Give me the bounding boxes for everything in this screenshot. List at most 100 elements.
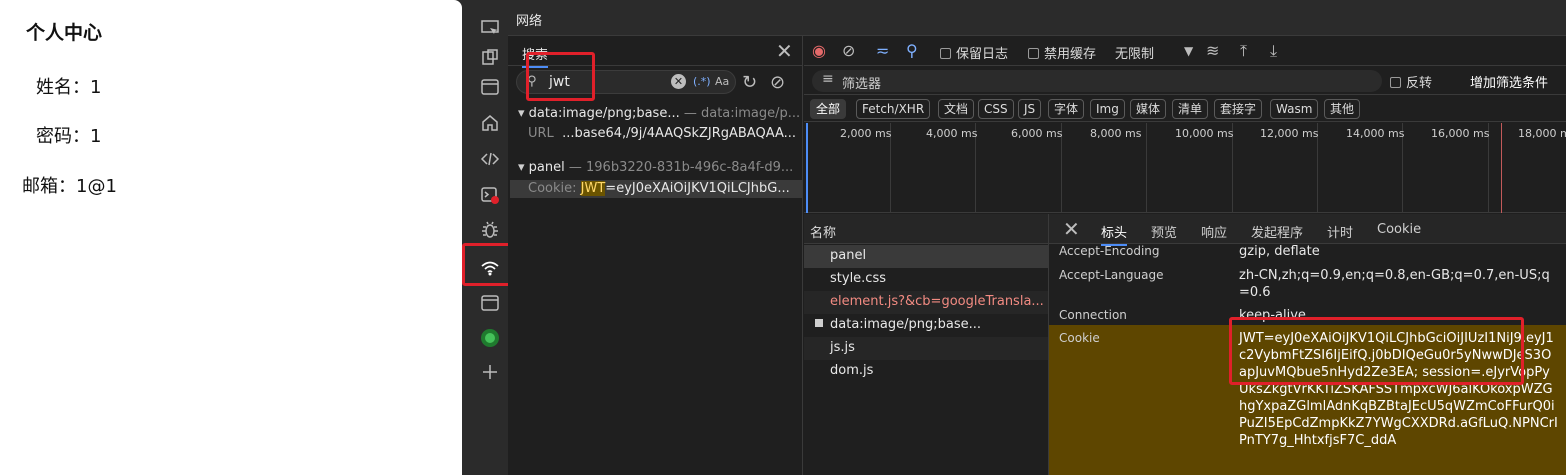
filter-icon[interactable]: ≂: [876, 41, 889, 60]
home-icon[interactable]: [476, 109, 504, 137]
chip-img[interactable]: Img: [1090, 99, 1125, 119]
header-value: gzip, deflate: [1239, 245, 1320, 259]
tick-label: 6,000 ms: [1011, 127, 1063, 140]
tab-preview[interactable]: 预览: [1151, 222, 1177, 241]
chip-media[interactable]: 媒体: [1130, 99, 1167, 119]
tab-initiator[interactable]: 发起程序: [1251, 222, 1303, 241]
device-emulation-icon[interactable]: [476, 14, 504, 42]
chip-manifest[interactable]: 清单: [1172, 99, 1209, 119]
request-row[interactable]: element.js?&cb=googleTransla...: [804, 291, 1048, 314]
tick-label: 8,000 ms: [1090, 127, 1142, 140]
match-case-toggle[interactable]: Aa: [715, 75, 729, 88]
tick-label: 12,000 ms: [1260, 127, 1319, 140]
search-result-line[interactable]: Cookie: JWT=eyJ0eXAiOiJKV1QiLCJhbG...: [528, 181, 800, 196]
chip-js[interactable]: JS: [1018, 99, 1042, 119]
jwt-highlight-box: [1229, 317, 1524, 385]
timeline-start-marker: [806, 123, 808, 213]
panel-title: 网络: [516, 14, 543, 29]
email-field: 邮箱：1@1: [22, 176, 117, 197]
chip-fetch-xhr[interactable]: Fetch/XHR: [856, 99, 931, 119]
header-name: Connection: [1059, 308, 1127, 322]
activity-bar: [470, 0, 508, 475]
close-icon[interactable]: ✕: [776, 39, 793, 63]
tab-response[interactable]: 响应: [1201, 222, 1227, 241]
sources-bug-icon[interactable]: [476, 216, 504, 244]
filter-lines-icon: ≡: [822, 71, 834, 87]
clear-search-icon[interactable]: ✕: [671, 74, 686, 89]
tick-label: 16,000 ms: [1431, 127, 1490, 140]
type-filter-chips: 全部 Fetch/XHR 文档 CSS JS 字体 Img 媒体 清单 套接字 …: [804, 96, 1566, 122]
search-result-file[interactable]: ▾ panel — 196b3220-831b-496c-8a4f-d9...: [518, 160, 800, 175]
tab-cookie[interactable]: Cookie: [1377, 222, 1421, 237]
header-name: Accept-Encoding: [1059, 245, 1160, 258]
search-result-line[interactable]: URL ...base64,/9j/4AAQSkZJRgABAQAA...: [528, 126, 800, 141]
details-tabs: ✕ 标头 预览 响应 发起程序 计时 Cookie: [1049, 214, 1566, 246]
regex-toggle[interactable]: (.*): [693, 75, 711, 88]
search-icon[interactable]: ⚲: [906, 41, 918, 60]
elements-icon[interactable]: [476, 145, 504, 173]
header-name: Cookie: [1059, 331, 1100, 345]
more-filters-button[interactable]: 增加筛选条件: [1470, 72, 1548, 91]
request-list: 名称 panel style.css element.js?&cb=google…: [804, 214, 1048, 475]
filter-bar: ≡ 筛选器 反转 增加筛选条件: [804, 67, 1566, 95]
web-page: 个人中心 姓名：1 密码：1 邮箱：1@1: [0, 0, 462, 475]
name-field: 姓名：1: [36, 77, 102, 98]
filter-input[interactable]: ≡ 筛选器: [812, 70, 1382, 92]
screen: 个人中心 姓名：1 密码：1 邮箱：1@1 网络 搜索 ✕ ⚲ jwt ✕ (.…: [0, 0, 1566, 475]
record-icon[interactable]: ◉: [812, 41, 826, 60]
chip-socket[interactable]: 套接字: [1214, 99, 1263, 119]
chip-wasm[interactable]: Wasm: [1270, 99, 1319, 119]
search-result-file[interactable]: ▾ data:image/png;base... — data:image/p.…: [518, 106, 800, 121]
tick-label: 10,000 ms: [1175, 127, 1234, 140]
invert-checkbox[interactable]: 反转: [1390, 72, 1432, 91]
clear-icon[interactable]: ⊘: [842, 41, 855, 60]
chip-css[interactable]: CSS: [978, 99, 1014, 119]
tick-label: 2,000 ms: [840, 127, 892, 140]
chip-doc[interactable]: 文档: [938, 99, 975, 119]
chevron-down-icon[interactable]: ▼: [1184, 44, 1193, 58]
console-icon[interactable]: [476, 181, 504, 209]
request-row[interactable]: js.js: [804, 337, 1048, 360]
request-row[interactable]: data:image/png;base...: [804, 314, 1048, 337]
import-icon[interactable]: ⤒: [1240, 41, 1247, 61]
application-panel-icon[interactable]: [476, 289, 504, 317]
extension-icon[interactable]: [476, 324, 504, 352]
header-value: zh-CN,zh;q=0.9,en;q=0.8,en-GB;q=0.7,en-U…: [1239, 268, 1550, 300]
add-tool-icon[interactable]: [476, 358, 504, 386]
disable-cache-checkbox[interactable]: 禁用缓存: [1028, 43, 1096, 62]
page-title: 个人中心: [26, 22, 103, 44]
tick-label: 4,000 ms: [926, 127, 978, 140]
search-pane: 搜索 ✕ ⚲ jwt ✕ (.*) Aa ↻ ⊘ ▾ data:image/pn…: [508, 36, 803, 475]
close-icon[interactable]: ✕: [1063, 217, 1080, 241]
image-file-icon: [815, 319, 823, 327]
password-field: 密码：1: [36, 126, 102, 147]
request-row[interactable]: panel: [804, 245, 1048, 268]
clear-results-icon[interactable]: ⊘: [770, 72, 785, 93]
chip-all[interactable]: 全部: [810, 99, 847, 119]
devtools-header: 网络: [508, 0, 1566, 36]
request-list-header[interactable]: 名称: [804, 214, 1048, 244]
panel-layout-icon[interactable]: [476, 73, 504, 101]
header-name: Accept-Language: [1059, 268, 1164, 282]
timeline-overview[interactable]: 2,000 ms 4,000 ms 6,000 ms 8,000 ms 10,0…: [804, 123, 1566, 213]
tick-label: 18,000 ms: [1518, 127, 1566, 140]
tab-timing[interactable]: 计时: [1327, 222, 1353, 241]
chip-other[interactable]: 其他: [1324, 99, 1361, 119]
tick-label: 14,000 ms: [1346, 127, 1405, 140]
dock-icon[interactable]: [476, 44, 504, 72]
devtools-panel: 网络 搜索 ✕ ⚲ jwt ✕ (.*) Aa ↻ ⊘ ▾ data:image…: [508, 0, 1566, 475]
network-conditions-icon[interactable]: ≋: [1206, 41, 1219, 60]
network-toolbar: ◉ ⊘ ≂ ⚲ 保留日志 禁用缓存 无限制 ▼ ≋ ⤒ ⤓: [804, 36, 1566, 66]
throttle-select[interactable]: 无限制: [1115, 43, 1154, 62]
gridline: [1146, 123, 1147, 213]
tab-headers[interactable]: 标头: [1101, 222, 1128, 246]
search-highlight-box: [526, 52, 595, 101]
network-pane: ◉ ⊘ ≂ ⚲ 保留日志 禁用缓存 无限制 ▼ ≋ ⤒ ⤓ ≡ 筛选器 反转 增…: [804, 36, 1566, 475]
request-row[interactable]: style.css: [804, 268, 1048, 291]
refresh-icon[interactable]: ↻: [742, 72, 757, 93]
load-marker: [1501, 123, 1502, 213]
export-icon[interactable]: ⤓: [1270, 41, 1277, 61]
preserve-log-checkbox[interactable]: 保留日志: [940, 43, 1008, 62]
chip-font[interactable]: 字体: [1048, 99, 1085, 119]
request-row[interactable]: dom.js: [804, 360, 1048, 383]
